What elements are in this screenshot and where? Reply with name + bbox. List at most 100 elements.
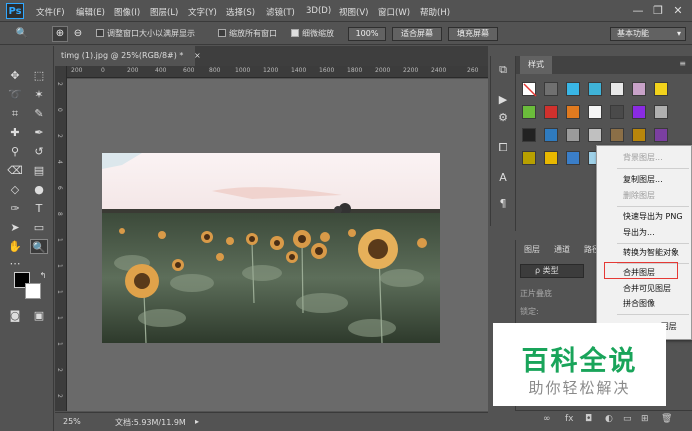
healing-brush-tool-icon[interactable]: ✚: [6, 125, 24, 140]
menu-item-duplicate-layer[interactable]: 复制图层...: [597, 173, 692, 187]
style-swatch[interactable]: [632, 82, 646, 96]
properties-panel-icon[interactable]: ⚙: [495, 110, 511, 126]
background-color-swatch[interactable]: [25, 283, 41, 299]
style-swatch[interactable]: [588, 105, 602, 119]
menu-file[interactable]: 文件(F): [36, 6, 65, 18]
rectangle-tool-icon[interactable]: ▭: [30, 220, 48, 235]
tab-styles[interactable]: 样式: [520, 56, 552, 74]
style-swatch[interactable]: [566, 151, 580, 165]
horizontal-ruler[interactable]: 200 0 200 400 600 800 1000 1200 1400 160…: [67, 66, 488, 78]
menu-window[interactable]: 窗口(W): [378, 6, 410, 18]
pen-tool-icon[interactable]: ✑: [6, 201, 24, 216]
style-swatch[interactable]: [544, 151, 558, 165]
style-swatch[interactable]: [588, 82, 602, 96]
style-swatch[interactable]: [522, 105, 536, 119]
eyedropper-tool-icon[interactable]: ✎: [30, 106, 48, 121]
menu-image[interactable]: 图像(I): [114, 6, 140, 18]
eraser-tool-icon[interactable]: ⌫: [6, 163, 24, 178]
link-layers-icon[interactable]: ∞: [543, 414, 551, 424]
menu-item-merge-visible[interactable]: 合并可见图层: [597, 282, 692, 296]
zoom-tool-icon[interactable]: 🔍: [30, 239, 48, 254]
style-swatch[interactable]: [654, 128, 668, 142]
move-tool-icon[interactable]: ✥: [6, 68, 24, 83]
style-swatch[interactable]: [632, 105, 646, 119]
menu-view[interactable]: 视图(V): [339, 6, 368, 18]
menu-layer[interactable]: 图层(L): [150, 6, 178, 18]
style-swatch[interactable]: [610, 82, 624, 96]
close-tab-icon[interactable]: ×: [194, 51, 201, 60]
scrubby-zoom-checkbox[interactable]: 细微缩放: [291, 28, 334, 39]
zoom-out-icon[interactable]: ⊖: [70, 26, 86, 42]
close-icon[interactable]: ✕: [668, 2, 688, 20]
zoom-100-button[interactable]: 100%: [348, 27, 386, 41]
zoom-all-windows-checkbox[interactable]: 缩放所有窗口: [218, 28, 277, 39]
menu-item-convert-smart-object[interactable]: 转换为智能对象: [597, 246, 692, 260]
menu-item-export-as[interactable]: 导出为...: [597, 226, 692, 240]
style-swatch[interactable]: [588, 128, 602, 142]
style-swatch[interactable]: [632, 128, 646, 142]
zoom-level[interactable]: 25%: [63, 417, 81, 426]
swap-colors-icon[interactable]: ↰: [34, 268, 52, 283]
quick-mask-icon[interactable]: ◙: [6, 308, 24, 323]
minimize-icon[interactable]: —: [628, 2, 648, 20]
clone-stamp-tool-icon[interactable]: ⚲: [6, 144, 24, 159]
character-panel-icon[interactable]: A: [495, 170, 511, 186]
menu-item-delete-layer[interactable]: 删除图层: [597, 189, 692, 203]
paragraph-panel-icon[interactable]: ¶: [495, 196, 511, 212]
style-swatch[interactable]: [544, 82, 558, 96]
menu-item-quick-export-png[interactable]: 快速导出为 PNG: [597, 210, 692, 224]
fx-icon[interactable]: fx: [565, 414, 574, 424]
menu-help[interactable]: 帮助(H): [420, 6, 450, 18]
menu-type[interactable]: 文字(Y): [188, 6, 217, 18]
sunflower-field-image[interactable]: [102, 153, 440, 343]
style-swatch[interactable]: [610, 105, 624, 119]
new-group-icon[interactable]: ▭: [623, 414, 632, 424]
maximize-icon[interactable]: ❐: [648, 2, 668, 20]
marquee-tool-icon[interactable]: ⬚: [30, 68, 48, 83]
menu-filter[interactable]: 滤镜(T): [266, 6, 295, 18]
add-mask-icon[interactable]: ◘: [585, 414, 592, 424]
dodge-tool-icon[interactable]: ●: [30, 182, 48, 197]
status-arrow-icon[interactable]: ▸: [195, 417, 199, 426]
vertical-ruler[interactable]: 2 0 2 4 6 8 1 1 1 1 1 2 2: [55, 66, 67, 411]
style-swatch[interactable]: [654, 82, 668, 96]
style-swatch[interactable]: [544, 128, 558, 142]
menu-item-background-layer[interactable]: 背景图层...: [597, 151, 692, 165]
panel-menu-icon[interactable]: ≡: [679, 59, 686, 68]
layer-filter-select[interactable]: ρ 类型: [520, 264, 584, 278]
screen-mode-icon[interactable]: ▣: [30, 308, 48, 323]
history-panel-icon[interactable]: ⧉: [495, 62, 511, 78]
style-swatch[interactable]: [610, 128, 624, 142]
brush-tool-icon[interactable]: ✒: [30, 125, 48, 140]
lasso-tool-icon[interactable]: ➰: [6, 87, 24, 102]
workspace-select[interactable]: 基本功能 ▾: [610, 27, 686, 41]
blend-mode-select[interactable]: 正片叠底: [520, 288, 552, 299]
style-swatch[interactable]: [566, 128, 580, 142]
path-selection-tool-icon[interactable]: ➤: [6, 220, 24, 235]
hand-tool-icon[interactable]: ✋: [6, 239, 24, 254]
fit-screen-button[interactable]: 适合屏幕: [392, 27, 442, 41]
document-tab[interactable]: timg (1).jpg @ 25%(RGB/8#) * ×: [55, 46, 201, 66]
resize-window-checkbox[interactable]: 调整窗口大小以满屏显示: [96, 28, 195, 39]
menu-select[interactable]: 选择(S): [226, 6, 255, 18]
style-swatch[interactable]: [522, 151, 536, 165]
style-swatch[interactable]: [544, 105, 558, 119]
blur-tool-icon[interactable]: ◇: [6, 182, 24, 197]
tab-channels[interactable]: 通道: [554, 244, 570, 255]
clone-source-panel-icon[interactable]: ⧠: [495, 140, 511, 156]
fill-screen-button[interactable]: 填充屏幕: [448, 27, 498, 41]
gradient-tool-icon[interactable]: ▤: [30, 163, 48, 178]
menu-3d[interactable]: 3D(D): [306, 6, 331, 16]
tab-layers[interactable]: 图层: [524, 244, 540, 255]
actions-panel-icon[interactable]: ▶: [495, 92, 511, 108]
style-swatch[interactable]: [566, 105, 580, 119]
magic-wand-tool-icon[interactable]: ✶: [30, 87, 48, 102]
adjustment-layer-icon[interactable]: ◐: [605, 414, 613, 424]
new-layer-icon[interactable]: ⊞: [641, 414, 649, 424]
history-brush-tool-icon[interactable]: ↺: [30, 144, 48, 159]
menu-edit[interactable]: 编辑(E): [76, 6, 105, 18]
style-swatch[interactable]: [654, 105, 668, 119]
zoom-in-icon[interactable]: ⊕: [52, 26, 68, 42]
zoom-tool-preset-icon[interactable]: 🔍: [14, 26, 30, 42]
more-tools-icon[interactable]: ⋯: [6, 256, 24, 271]
